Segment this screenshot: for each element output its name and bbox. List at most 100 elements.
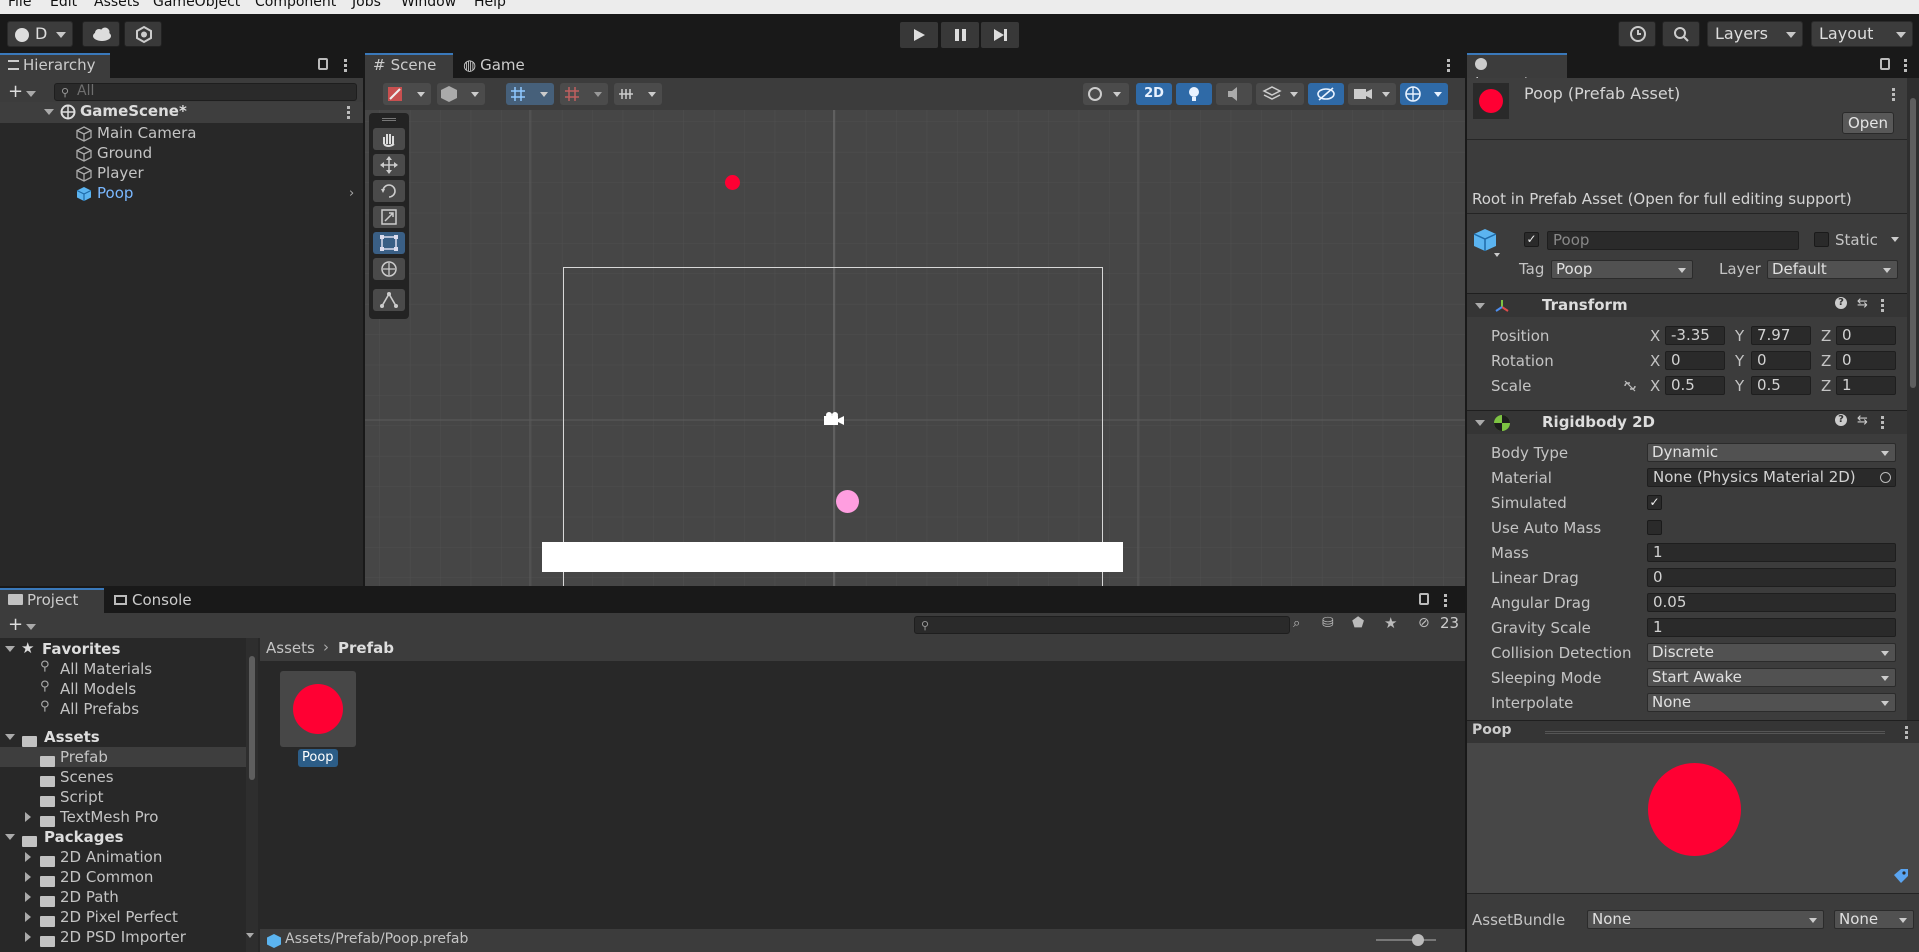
- breadcrumb-assets[interactable]: Assets: [266, 639, 315, 657]
- tab-scene[interactable]: # Scene: [365, 53, 453, 78]
- history-button[interactable]: [1618, 21, 1656, 47]
- audio-toggle[interactable]: [1216, 83, 1252, 105]
- assets-row[interactable]: Assets: [0, 727, 246, 747]
- gravity-field[interactable]: 1: [1647, 618, 1896, 637]
- sleeping-dropdown[interactable]: Start Awake: [1647, 668, 1896, 687]
- create-button[interactable]: +: [8, 614, 37, 635]
- auto-mass-checkbox[interactable]: [1647, 520, 1662, 535]
- visibility-toggle[interactable]: [1308, 83, 1344, 105]
- component-menu-icon[interactable]: [1881, 416, 1884, 429]
- preview-menu-icon[interactable]: [1905, 726, 1908, 739]
- rect-tool[interactable]: [373, 232, 405, 254]
- chevron-right-icon[interactable]: ›: [349, 186, 354, 201]
- favorites-row[interactable]: ★ Favorites: [0, 639, 246, 659]
- material-field[interactable]: None (Physics Material 2D): [1647, 468, 1896, 487]
- scrollbar-thumb[interactable]: [1910, 98, 1916, 388]
- menu-help[interactable]: Help: [474, 0, 506, 10]
- preview-header[interactable]: Poop: [1467, 720, 1919, 743]
- cloud-button[interactable]: [82, 21, 120, 47]
- rotation-z-field[interactable]: 0: [1836, 351, 1896, 370]
- scale-y-field[interactable]: 0.5: [1751, 376, 1811, 395]
- scene-row[interactable]: GameScene*: [0, 102, 363, 123]
- position-z-field[interactable]: 0: [1836, 326, 1896, 345]
- scene-menu-icon[interactable]: [347, 106, 350, 119]
- collapse-arrow[interactable]: [246, 933, 254, 938]
- scene-menu-icon[interactable]: [1447, 59, 1450, 72]
- layout-dropdown[interactable]: Layout: [1811, 21, 1913, 47]
- static-checkbox[interactable]: [1814, 232, 1829, 247]
- package-item[interactable]: 2D Path: [0, 887, 246, 907]
- project-menu-icon[interactable]: [1444, 594, 1447, 607]
- rigidbody-header[interactable]: Rigidbody 2D ? ⇆: [1467, 410, 1907, 434]
- inspector-scrollbar[interactable]: [1907, 78, 1919, 720]
- snap-increment-button[interactable]: [560, 83, 608, 105]
- favorite-item[interactable]: ⚲ All Models: [0, 679, 246, 699]
- scene-camera-button[interactable]: [1348, 83, 1396, 105]
- folder-item[interactable]: Scenes: [0, 767, 246, 787]
- menu-window[interactable]: Window: [401, 0, 456, 10]
- tag-dropdown[interactable]: Poop: [1551, 260, 1693, 279]
- lock-icon[interactable]: [1419, 593, 1429, 605]
- hierarchy-menu-icon[interactable]: [344, 59, 347, 72]
- lock-icon[interactable]: [318, 58, 328, 70]
- hierarchy-item[interactable]: Main Camera: [0, 123, 363, 143]
- zoom-slider[interactable]: [1376, 934, 1436, 946]
- menu-file[interactable]: File: [8, 0, 31, 10]
- scale-x-field[interactable]: 0.5: [1665, 376, 1725, 395]
- open-button[interactable]: Open: [1842, 112, 1894, 134]
- position-x-field[interactable]: -3.35: [1665, 326, 1725, 345]
- add-button[interactable]: +: [8, 81, 37, 102]
- filter-label-icon[interactable]: ⬟: [1352, 615, 1364, 631]
- draw-mode-button[interactable]: [383, 83, 431, 105]
- assetbundle-variant-dropdown[interactable]: None: [1834, 910, 1914, 929]
- grid-snap-button[interactable]: [506, 83, 554, 105]
- tab-hierarchy[interactable]: Hierarchy: [0, 53, 110, 78]
- collision-dropdown[interactable]: Discrete: [1647, 643, 1896, 662]
- rotation-x-field[interactable]: 0: [1665, 351, 1725, 370]
- filter-type-icon[interactable]: ⛁: [1322, 615, 1334, 631]
- preset-icon[interactable]: ⇆: [1857, 296, 1868, 311]
- packages-row[interactable]: Packages: [0, 827, 246, 847]
- collab-button[interactable]: [124, 21, 162, 47]
- search-button[interactable]: [1662, 21, 1700, 47]
- menu-gameobject[interactable]: GameObject: [153, 0, 240, 10]
- package-item[interactable]: 2D Pixel Perfect: [0, 907, 246, 927]
- package-item[interactable]: 2D Common: [0, 867, 246, 887]
- folder-item[interactable]: TextMesh Pro: [0, 807, 246, 827]
- search-scope-icon[interactable]: ⌕: [1293, 616, 1300, 631]
- body-type-dropdown[interactable]: Dynamic: [1647, 443, 1896, 462]
- favorite-star-icon[interactable]: ★: [1384, 614, 1397, 632]
- help-icon[interactable]: ?: [1835, 414, 1847, 426]
- move-tool[interactable]: [373, 154, 405, 176]
- favorite-item[interactable]: ⚲ All Materials: [0, 659, 246, 679]
- assetbundle-dropdown[interactable]: None: [1587, 910, 1824, 929]
- simulated-checkbox[interactable]: ✓: [1647, 495, 1662, 510]
- active-checkbox[interactable]: ✓: [1524, 232, 1539, 247]
- object-picker-icon[interactable]: [1880, 472, 1891, 483]
- transform-tool[interactable]: [373, 258, 405, 280]
- camera-orbit-button[interactable]: [1083, 83, 1129, 105]
- package-item[interactable]: 2D PSD Importer: [0, 927, 246, 947]
- tab-project[interactable]: Project: [0, 588, 104, 613]
- hierarchy-item[interactable]: Poop ›: [0, 183, 363, 203]
- menu-edit[interactable]: Edit: [50, 0, 77, 10]
- step-button[interactable]: [981, 22, 1019, 48]
- scene-viewport[interactable]: [365, 110, 1465, 586]
- menu-component[interactable]: Component: [255, 0, 336, 10]
- breadcrumb-prefab[interactable]: Prefab: [338, 639, 394, 657]
- package-item[interactable]: 2D Animation: [0, 847, 246, 867]
- position-y-field[interactable]: 7.97: [1751, 326, 1811, 345]
- mass-field[interactable]: 1: [1647, 543, 1896, 562]
- linear-drag-field[interactable]: 0: [1647, 568, 1896, 587]
- folder-item[interactable]: Script: [0, 787, 246, 807]
- player-sprite[interactable]: [836, 490, 859, 513]
- inspector-menu-icon[interactable]: [1904, 59, 1907, 72]
- hidden-packages-icon[interactable]: ⊘: [1418, 615, 1430, 631]
- align-button[interactable]: [614, 83, 662, 105]
- pause-button[interactable]: [941, 22, 979, 48]
- rotate-tool[interactable]: [373, 180, 405, 202]
- ground-sprite[interactable]: [542, 542, 1123, 572]
- hierarchy-item[interactable]: Ground: [0, 143, 363, 163]
- object-name-field[interactable]: Poop: [1547, 231, 1799, 250]
- scrollbar-thumb[interactable]: [249, 656, 255, 780]
